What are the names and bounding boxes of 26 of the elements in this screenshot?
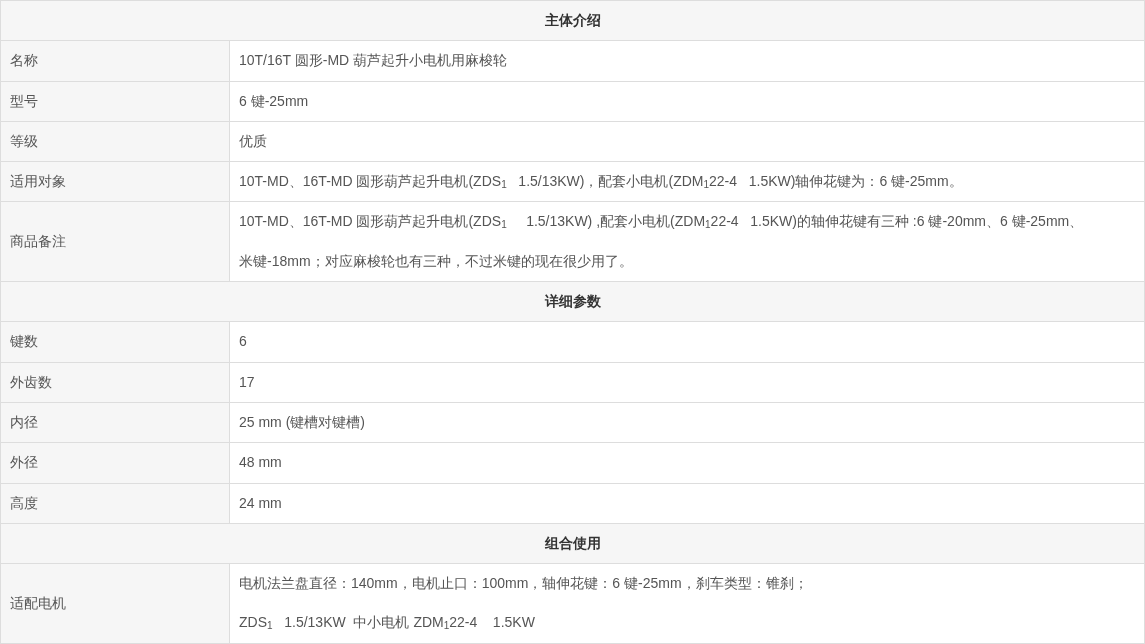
- spec-value-line: ZDS$_{1}$ 1.5/13KW 中小电机 ZDM$_{1}$22-4 1.5KW: [239, 613, 536, 634]
- spec-label: 键数: [0, 321, 230, 363]
- spec-label: 等级: [0, 121, 230, 162]
- spec-value: 48 mm: [229, 442, 1145, 484]
- spec-label: 商品备注: [0, 202, 230, 282]
- spec-value: 10T-MD、16T-MD 圆形葫芦起升电机(ZDS$_{1}$ 1.5/13KW)，配套小电机(ZDM$_{1}$22-4 1.5KW)轴伸花键为：6 键-25mm。: [229, 161, 1145, 202]
- spec-value: 6 键-25mm: [229, 81, 1145, 122]
- spec-value: 24 mm: [229, 483, 1145, 524]
- section-heading: 详细参数: [0, 281, 1145, 322]
- spec-value: 25 mm (键槽对键槽): [229, 402, 1145, 443]
- spec-label: 外径: [0, 442, 230, 484]
- spec-value: 10T/16T 圆形-MD 葫芦起升小电机用麻梭轮: [229, 40, 1145, 82]
- spec-value: 10T-MD、16T-MD 圆形葫芦起升电机(ZDS$_{1}$ 1.5/13KW) ,配套小电机(ZDM$_{1}$22-4 1.5KW)的轴伸花键有三种 :6 键-20mm、6 键-25mm、米键-18mm；对应麻梭轮也有三种，不过米键的现在很少用了。: [229, 202, 1145, 282]
- spec-label: 外齿数: [0, 362, 230, 403]
- spec-label: 适用对象: [0, 161, 230, 202]
- spec-label: 内径: [0, 402, 230, 443]
- spec-label: 型号: [0, 81, 230, 122]
- spec-value: 6: [229, 321, 1145, 363]
- spec-label: 高度: [0, 483, 230, 524]
- spec-label: 名称: [0, 40, 230, 82]
- spec-value: 优质: [229, 121, 1145, 162]
- spec-label: 适配电机: [0, 563, 230, 644]
- spec-value: 17: [229, 362, 1145, 403]
- section-heading: 主体介绍: [0, 0, 1145, 41]
- section-heading: 组合使用: [0, 523, 1145, 564]
- spec-value-line: 电机法兰盘直径：140mm，电机止口：100mm，轴伸花键：6 键-25mm，刹车类型：锥刹；: [239, 574, 809, 594]
